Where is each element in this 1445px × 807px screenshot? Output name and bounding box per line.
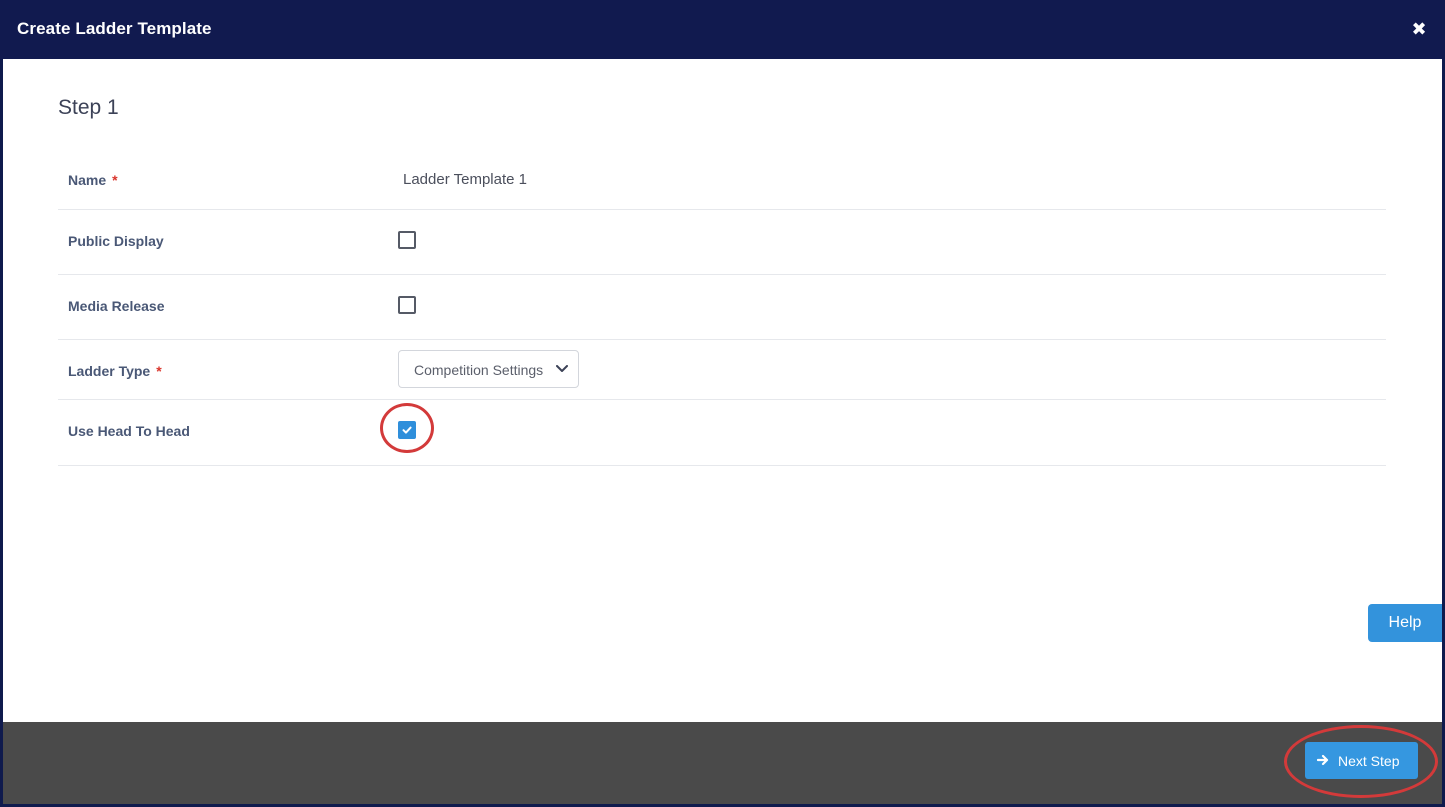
form-row-name: Name * Ladder Template 1 [58,149,1386,210]
close-icon[interactable]: ✖ [1411,19,1427,39]
media-release-checkbox[interactable] [398,296,416,314]
required-mark: * [112,172,118,188]
form-row-ladder-type: Ladder Type * Competition Settings [58,340,1386,400]
use-head-to-head-checkbox[interactable] [398,421,416,439]
form-row-public-display: Public Display [58,210,1386,275]
check-icon [402,426,412,434]
template-form: Name * Ladder Template 1 Public Display M… [58,149,1386,466]
form-row-use-head-to-head: Use Head To Head [58,400,1386,466]
modal-body: Step 1 Name * Ladder Template 1 Public Di… [3,59,1442,722]
next-step-button[interactable]: Next Step [1305,742,1418,779]
public-display-label: Public Display [68,233,164,249]
form-row-media-release: Media Release [58,275,1386,340]
modal-title: Create Ladder Template [17,19,212,38]
name-label: Name * [68,172,118,188]
modal-footer: Next Step [3,722,1442,804]
chevron-down-icon [556,365,568,372]
help-button[interactable]: Help [1368,604,1442,642]
ladder-type-select[interactable]: Competition Settings [398,350,579,388]
use-head-to-head-label: Use Head To Head [68,423,190,439]
name-value[interactable]: Ladder Template 1 [403,171,527,188]
media-release-label: Media Release [68,298,165,314]
ladder-type-selected: Competition Settings [414,362,544,378]
create-ladder-template-modal: Create Ladder Template ✖ Step 1 Name * La… [0,0,1445,807]
public-display-checkbox[interactable] [398,231,416,249]
ladder-type-label: Ladder Type * [68,363,162,379]
step-title: Step 1 [58,96,119,119]
modal-header: Create Ladder Template ✖ [0,0,1445,59]
required-mark: * [156,363,162,379]
arrow-right-icon [1317,754,1329,766]
next-step-label: Next Step [1338,753,1400,769]
